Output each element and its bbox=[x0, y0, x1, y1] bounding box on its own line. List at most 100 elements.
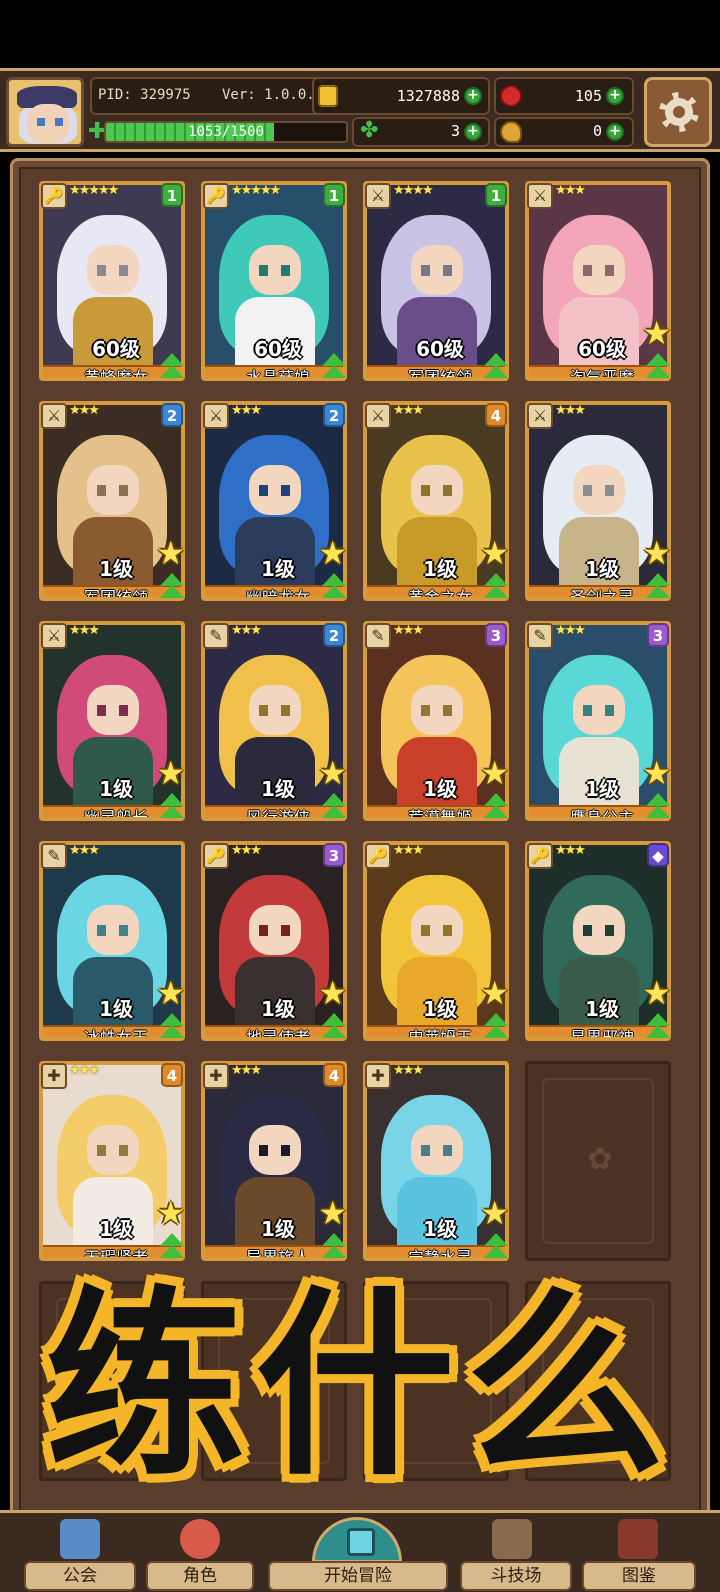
hero-card[interactable]: 1级 圣剑之灵 ⚔ ★★★ ★ bbox=[525, 401, 675, 605]
nav-codex-button[interactable]: 图鉴 bbox=[582, 1561, 696, 1591]
add-clover-button[interactable]: + bbox=[464, 123, 482, 141]
hero-card[interactable]: 1级 幽灵船长 ⚔ ★★★ ★ bbox=[39, 621, 189, 825]
level-up-arrow-icon[interactable] bbox=[157, 1013, 187, 1043]
add-gold-button[interactable]: + bbox=[464, 87, 482, 105]
level-up-arrow-icon[interactable] bbox=[157, 353, 187, 383]
hero-rarity-stars: ★★★ bbox=[231, 403, 262, 418]
star-up-icon[interactable]: ★ bbox=[642, 757, 671, 789]
paw-icon: ✿ bbox=[587, 1142, 613, 1177]
hero-eye-left bbox=[97, 705, 106, 716]
hero-eye-left bbox=[259, 1145, 268, 1156]
level-up-arrow-icon[interactable] bbox=[319, 353, 349, 383]
level-up-arrow-icon[interactable] bbox=[643, 793, 673, 823]
level-up-arrow-icon[interactable] bbox=[157, 1233, 187, 1263]
hero-card[interactable]: 1级 黄金之女 ⚔ ★★★ 4 ★ bbox=[363, 401, 513, 605]
hero-card[interactable]: 1级 幽暗龙女 ⚔ ★★★ 2 ★ bbox=[201, 401, 351, 605]
hero-card[interactable]: 1级 异界旅人 ✚ ★★★ 4 ★ bbox=[201, 1061, 351, 1265]
hero-eye-right bbox=[281, 925, 290, 936]
hero-eye-left bbox=[259, 485, 268, 496]
hero-eye-right bbox=[281, 1145, 290, 1156]
hero-eye-left bbox=[421, 265, 430, 276]
star-up-icon[interactable]: ★ bbox=[318, 757, 347, 789]
hero-card[interactable]: 60级 水晶菇娘 🔑 ★★★★★ 1 bbox=[201, 181, 351, 385]
star-up-icon[interactable]: ★ bbox=[480, 977, 509, 1009]
star-up-icon[interactable]: ★ bbox=[642, 977, 671, 1009]
hero-eye-right bbox=[281, 705, 290, 716]
add-ruby-button[interactable]: + bbox=[606, 87, 624, 105]
hero-card[interactable]: 60级 淘气恶魔 ⚔ ★★★ ★ bbox=[525, 181, 675, 385]
level-up-arrow-icon[interactable] bbox=[319, 573, 349, 603]
hero-rarity-stars: ★★★★★ bbox=[69, 183, 119, 198]
level-up-arrow-icon[interactable] bbox=[481, 353, 511, 383]
settings-button[interactable] bbox=[644, 77, 712, 147]
star-up-icon[interactable]: ★ bbox=[642, 537, 671, 569]
nav-guild-button[interactable]: 公会 bbox=[24, 1561, 136, 1591]
level-up-arrow-icon[interactable] bbox=[481, 1013, 511, 1043]
hero-card[interactable]: 1级 地灵使者 🔑 ★★★ 3 ★ bbox=[201, 841, 351, 1045]
star-up-icon[interactable]: ★ bbox=[480, 757, 509, 789]
level-up-arrow-icon[interactable] bbox=[319, 793, 349, 823]
hero-rarity-stars: ★★★ bbox=[69, 403, 100, 418]
hero-rank-badge: 4 bbox=[323, 1063, 345, 1087]
hero-eye-left bbox=[259, 925, 268, 936]
star-up-icon[interactable]: ★ bbox=[318, 977, 347, 1009]
hero-eye-left bbox=[259, 705, 268, 716]
hero-card[interactable]: 60级 军团统领 ⚔ ★★★★ 1 bbox=[363, 181, 513, 385]
hero-face bbox=[573, 685, 625, 735]
avatar-eye-left bbox=[37, 118, 45, 126]
xp-text: 1053/1500 bbox=[188, 124, 264, 140]
hero-eye-left bbox=[97, 1145, 106, 1156]
add-food-button[interactable]: + bbox=[606, 123, 624, 141]
hero-rank-badge: 2 bbox=[323, 623, 345, 647]
player-avatar[interactable] bbox=[6, 77, 84, 147]
level-up-arrow-icon[interactable] bbox=[319, 1013, 349, 1043]
level-up-arrow-icon[interactable] bbox=[643, 353, 673, 383]
hero-face bbox=[249, 465, 301, 515]
star-up-icon[interactable]: ★ bbox=[156, 537, 185, 569]
nav-arena-button[interactable]: 斗技场 bbox=[460, 1561, 572, 1591]
hero-eye-right bbox=[281, 265, 290, 276]
hero-rank-badge: 2 bbox=[161, 403, 183, 427]
hero-card[interactable]: 1级 无瑕贤者 ✚ ★★★ 4 ★ bbox=[39, 1061, 189, 1265]
hero-card[interactable]: 1级 宁静水灵 ✚ ★★★ ★ bbox=[363, 1061, 513, 1265]
hero-eye-right bbox=[119, 265, 128, 276]
hero-rarity-stars: ★★★ bbox=[231, 1063, 262, 1078]
star-up-icon[interactable]: ★ bbox=[156, 757, 185, 789]
level-up-arrow-icon[interactable] bbox=[157, 793, 187, 823]
hero-rarity-stars: ★★★ bbox=[555, 403, 586, 418]
hero-card[interactable]: 1级 冰蛛女王 ✎ ★★★ ★ bbox=[39, 841, 189, 1045]
nav-character-button[interactable]: 角色 bbox=[146, 1561, 254, 1591]
level-up-arrow-icon[interactable] bbox=[157, 573, 187, 603]
hero-card[interactable]: 1级 史莱姆王 🔑 ★★★ ★ bbox=[363, 841, 513, 1045]
gold-coin-icon bbox=[318, 85, 338, 107]
hero-card[interactable]: 60级 黄蜂魔女 🔑 ★★★★★ 1 bbox=[39, 181, 189, 385]
level-up-arrow-icon[interactable] bbox=[643, 1013, 673, 1043]
level-up-arrow-icon[interactable] bbox=[481, 573, 511, 603]
star-up-icon[interactable]: ★ bbox=[318, 1197, 347, 1229]
star-up-icon[interactable]: ★ bbox=[480, 537, 509, 569]
hero-card[interactable]: 1级 军团统领 ⚔ ★★★ 2 ★ bbox=[39, 401, 189, 605]
hero-card[interactable]: 1级 星界邪神 🔑 ★★★ ◆ ★ bbox=[525, 841, 675, 1045]
hero-card-frame: 60级 军团统领 bbox=[363, 181, 509, 381]
star-up-icon[interactable]: ★ bbox=[642, 317, 671, 349]
hero-card[interactable]: 1级 荒漠舞姬 ✎ ★★★ 3 ★ bbox=[363, 621, 513, 825]
hero-rank-badge: 1 bbox=[485, 183, 507, 207]
hero-eye-left bbox=[421, 1145, 430, 1156]
star-up-icon[interactable]: ★ bbox=[480, 1197, 509, 1229]
level-up-arrow-icon[interactable] bbox=[319, 1233, 349, 1263]
hero-face bbox=[87, 1125, 139, 1175]
star-up-icon[interactable]: ★ bbox=[156, 1197, 185, 1229]
hero-eye-right bbox=[443, 485, 452, 496]
hero-eye-right bbox=[605, 925, 614, 936]
star-up-icon[interactable]: ★ bbox=[156, 977, 185, 1009]
nav-start-adventure-button[interactable]: 开始冒险 bbox=[268, 1561, 448, 1591]
star-up-icon[interactable]: ★ bbox=[318, 537, 347, 569]
level-up-arrow-icon[interactable] bbox=[481, 793, 511, 823]
hero-card[interactable]: 1级 鹰身公主 ✎ ★★★ 3 ★ bbox=[525, 621, 675, 825]
level-up-arrow-icon[interactable] bbox=[643, 573, 673, 603]
hero-rarity-stars: ★★★ bbox=[393, 1063, 424, 1078]
weapon-type-icon: ⚔ bbox=[365, 403, 391, 429]
level-up-arrow-icon[interactable] bbox=[481, 1233, 511, 1263]
hero-rarity-stars: ★★★ bbox=[555, 623, 586, 638]
hero-card[interactable]: 1级 风行游侠 ✎ ★★★ 2 ★ bbox=[201, 621, 351, 825]
